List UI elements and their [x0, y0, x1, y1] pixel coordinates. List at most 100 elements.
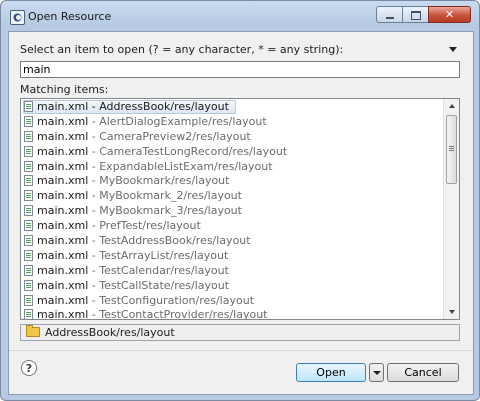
xml-file-icon: [24, 101, 33, 112]
list-item[interactable]: main.xml - MyBookmark_2/res/layout: [21, 189, 443, 204]
list-item-content: main.xml - TestContactProvider/res/layou…: [24, 308, 268, 320]
list-item-name: main.xml: [37, 293, 89, 307]
list-item[interactable]: main.xml - TestAddressBook/res/layout: [21, 234, 443, 249]
xml-file-icon: [24, 264, 33, 276]
vertical-scrollbar[interactable]: [443, 99, 459, 319]
maximize-button[interactable]: [402, 6, 428, 23]
folder-icon: [26, 325, 40, 337]
xml-file-icon: [24, 145, 33, 157]
list-item-name: main.xml: [37, 114, 89, 128]
list-item[interactable]: main.xml - TestCalendar/res/layout: [21, 264, 443, 279]
list-item-path: - TestAddressBook/res/layout: [88, 234, 251, 248]
list-item[interactable]: main.xml - MyBookmark/res/layout: [21, 174, 443, 189]
list-item-content: main.xml - ExpandableListExam/res/layout: [24, 160, 273, 173]
view-menu-triangle-icon[interactable]: [449, 47, 457, 52]
list-item-path: - TestCallState/res/layout: [88, 278, 230, 292]
list-item-content: main.xml - MyBookmark_2/res/layout: [24, 189, 242, 202]
list-item-content: main.xml - AddressBook/res/layout: [24, 100, 229, 113]
list-item-content: main.xml - PrefTest/res/layout: [24, 219, 201, 232]
dialog-body: Select an item to open (? = any characte…: [8, 31, 474, 395]
list-item-name: main.xml: [37, 189, 89, 203]
list-item-path: - ExpandableListExam/res/layout: [88, 159, 273, 173]
matching-items-list[interactable]: main.xml - AddressBook/res/layout main.xm…: [20, 98, 460, 320]
list-item-name: main.xml: [37, 219, 89, 233]
list-item[interactable]: main.xml - CameraPreview2/res/layout: [21, 130, 443, 145]
list-item-content: main.xml - AlertDialogExample/res/layout: [24, 115, 267, 128]
list-rows: main.xml - AddressBook/res/layout main.xm…: [21, 100, 443, 320]
list-item-path: - CameraTestLongRecord/res/layout: [88, 144, 288, 158]
list-item-path: - TestArrayList/res/layout: [88, 248, 229, 262]
list-item[interactable]: main.xml - ExpandableListExam/res/layout: [21, 160, 443, 175]
selected-item-location: AddressBook/res/layout: [20, 324, 460, 341]
xml-file-icon: [24, 279, 33, 291]
list-item[interactable]: main.xml - CameraTestLongRecord/res/layo…: [21, 145, 443, 160]
list-item-name: main.xml: [37, 278, 89, 292]
open-dropdown-button[interactable]: [369, 363, 384, 382]
list-item[interactable]: main.xml - TestConfiguration/res/layout: [21, 294, 443, 309]
minimize-button[interactable]: [376, 6, 402, 23]
list-item-name: main.xml: [37, 159, 89, 173]
scrollbar-thumb[interactable]: [446, 115, 457, 184]
list-item-path: - MyBookmark_3/res/layout: [88, 204, 242, 218]
list-item-content: main.xml - MyBookmark_3/res/layout: [24, 204, 242, 217]
list-item-content: main.xml - TestCalendar/res/layout: [24, 264, 229, 277]
list-item[interactable]: main.xml - AlertDialogExample/res/layout: [21, 115, 443, 130]
list-item-name: main.xml: [37, 100, 89, 113]
open-button[interactable]: Open: [296, 363, 366, 382]
list-item[interactable]: main.xml - AddressBook/res/layout: [21, 100, 443, 115]
list-item-content: main.xml - TestCallState/res/layout: [24, 279, 229, 292]
xml-file-icon: [24, 130, 33, 142]
list-item-name: main.xml: [37, 263, 89, 277]
list-item[interactable]: main.xml - PrefTest/res/layout: [21, 219, 443, 234]
xml-file-icon: [24, 249, 33, 261]
xml-file-icon: [24, 220, 33, 232]
help-button[interactable]: ?: [21, 360, 37, 376]
scroll-up-icon[interactable]: [444, 99, 459, 113]
list-item-name: main.xml: [37, 234, 89, 248]
close-button[interactable]: ✕: [428, 6, 471, 23]
window-title: Open Resource: [28, 10, 112, 23]
search-input[interactable]: [20, 61, 460, 78]
list-item-path: - TestCalendar/res/layout: [88, 263, 229, 277]
search-prompt-label: Select an item to open (? = any characte…: [20, 43, 344, 56]
help-icon: ?: [25, 362, 33, 375]
list-item-name: main.xml: [37, 308, 89, 320]
list-item-path: - MyBookmark/res/layout: [88, 174, 230, 188]
title-bar[interactable]: Open Resource ✕: [1, 1, 479, 31]
list-item-path: - AddressBook/res/layout: [88, 100, 229, 113]
scroll-down-icon[interactable]: [444, 305, 459, 319]
list-item[interactable]: main.xml - MyBookmark_3/res/layout: [21, 204, 443, 219]
list-item-name: main.xml: [37, 248, 89, 262]
selected-item-path: AddressBook/res/layout: [45, 326, 175, 339]
list-item-name: main.xml: [37, 174, 89, 188]
list-item-name: main.xml: [37, 204, 89, 218]
list-item-path: - CameraPreview2/res/layout: [88, 129, 251, 143]
xml-file-icon: [24, 175, 33, 187]
list-item[interactable]: main.xml - TestArrayList/res/layout: [21, 249, 443, 264]
list-item-content: main.xml - CameraTestLongRecord/res/layo…: [24, 145, 287, 158]
list-item-name: main.xml: [37, 129, 89, 143]
list-item-path: - MyBookmark_2/res/layout: [88, 189, 242, 203]
eclipse-app-icon: [10, 10, 25, 25]
list-item-content: main.xml - TestAddressBook/res/layout: [24, 234, 251, 247]
list-item-path: - AlertDialogExample/res/layout: [88, 114, 267, 128]
list-item[interactable]: main.xml - TestContactProvider/res/layou…: [21, 308, 443, 320]
xml-file-icon: [24, 190, 33, 202]
xml-file-icon: [24, 115, 33, 127]
list-item-content: main.xml - CameraPreview2/res/layout: [24, 130, 251, 143]
xml-file-icon: [24, 309, 33, 319]
list-item-content: main.xml - TestConfiguration/res/layout: [24, 294, 254, 307]
open-resource-window: Open Resource ✕ Select an item to open (…: [0, 0, 480, 401]
caption-buttons: ✕: [376, 6, 471, 24]
close-icon: ✕: [444, 8, 455, 21]
matching-items-label: Matching items:: [20, 83, 109, 96]
xml-file-icon: [24, 235, 33, 247]
divider: [9, 350, 473, 351]
list-item-path: - PrefTest/res/layout: [88, 219, 201, 233]
xml-file-icon: [24, 205, 33, 217]
cancel-button[interactable]: Cancel: [387, 363, 459, 382]
list-item-path: - TestContactProvider/res/layout: [88, 308, 268, 320]
list-item-name: main.xml: [37, 144, 89, 158]
list-item[interactable]: main.xml - TestCallState/res/layout: [21, 279, 443, 294]
list-item-content: main.xml - MyBookmark/res/layout: [24, 174, 229, 187]
